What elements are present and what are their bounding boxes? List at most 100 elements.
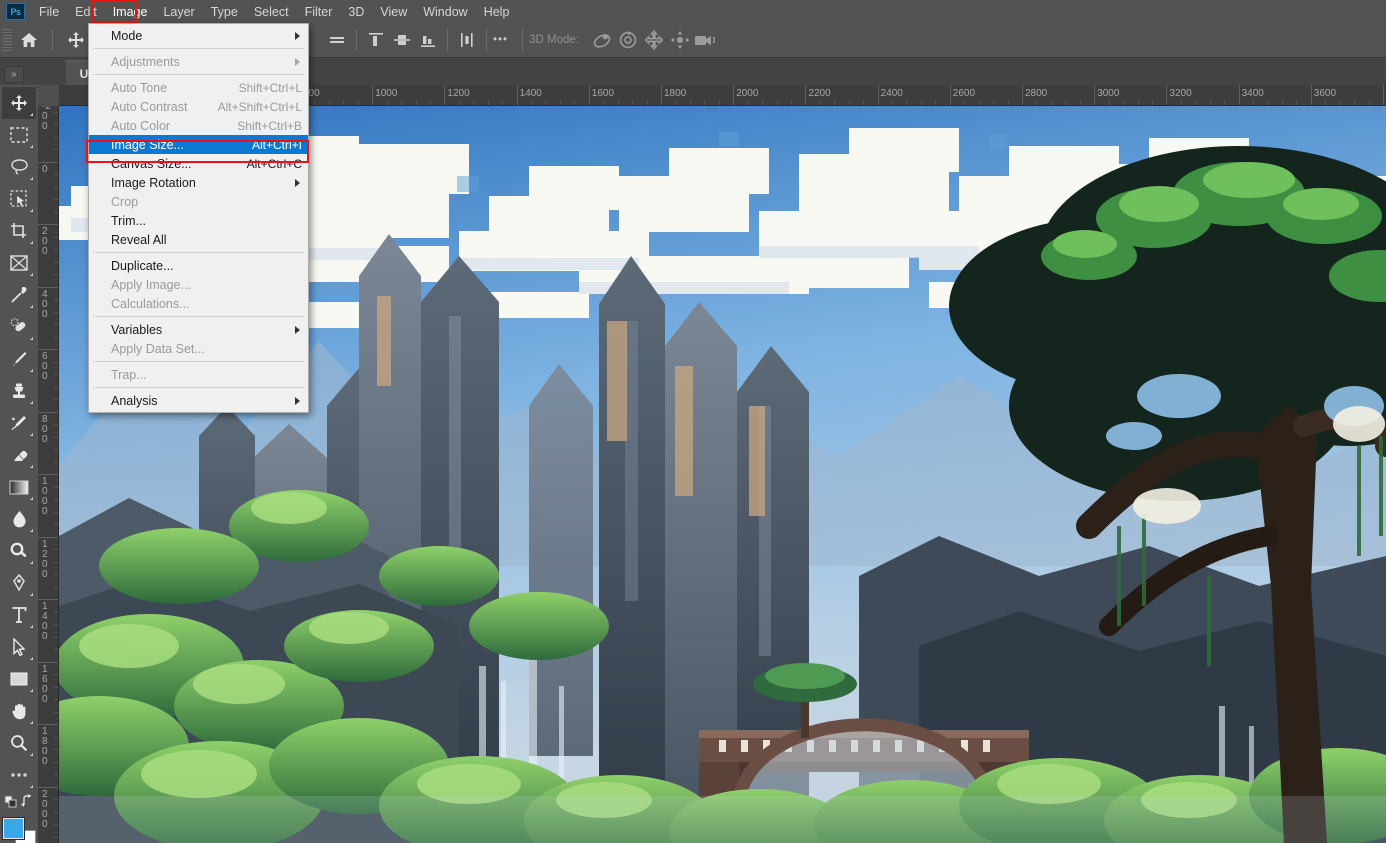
distribute-vertical-centers-icon[interactable]: [389, 27, 415, 53]
path-selection-tool[interactable]: [2, 631, 36, 663]
submenu-arrow-icon: [295, 57, 300, 66]
menu-item-label: Apply Image...: [111, 277, 191, 292]
color-swatches[interactable]: [2, 817, 36, 843]
home-icon[interactable]: [12, 25, 46, 55]
menu-item-duplicate[interactable]: Duplicate...: [89, 256, 308, 275]
eraser-tool[interactable]: [2, 439, 36, 471]
move-tool[interactable]: [2, 87, 36, 119]
menu-image[interactable]: Image: [105, 2, 156, 22]
ruler-label: 800: [42, 413, 48, 445]
ruler-minor-tick: [675, 101, 677, 105]
clone-stamp-tool[interactable]: [2, 375, 36, 407]
default-colors-and-swap-icons[interactable]: [2, 791, 36, 813]
menu-help[interactable]: Help: [476, 2, 518, 22]
ruler-corner[interactable]: [38, 85, 59, 106]
ruler-minor-tick: [603, 101, 605, 105]
ruler-minor-tick: [54, 336, 58, 338]
crop-tool[interactable]: [2, 215, 36, 247]
rectangular-marquee-tool[interactable]: [2, 119, 36, 151]
lasso-tool[interactable]: [2, 151, 36, 183]
menu-bar[interactable]: Ps File Edit Image Layer Type Select Filter 3D V…: [0, 0, 1386, 23]
menu-file[interactable]: File: [31, 2, 67, 22]
ruler-minor-tick: [1253, 101, 1255, 105]
blur-tool[interactable]: [2, 503, 36, 535]
hand-tool[interactable]: [2, 695, 36, 727]
3d-pan-icon[interactable]: [641, 27, 667, 53]
menu-item-mode[interactable]: Mode: [89, 26, 308, 45]
options-bar-grip[interactable]: [3, 29, 12, 51]
submenu-arrow-icon: [295, 31, 300, 40]
distribute-top-edges-icon[interactable]: [363, 27, 389, 53]
vertical-ruler[interactable]: -200 0 200 400 600 800 1000 1200 1400 1600 1800 200…: [38, 85, 59, 843]
divider: [486, 29, 487, 51]
3d-slide-icon[interactable]: [667, 27, 693, 53]
ruler-label: 3000: [1097, 88, 1120, 99]
pen-tool[interactable]: [2, 567, 36, 599]
menu-item-trim[interactable]: Trim...: [89, 211, 308, 230]
ruler-tick: [38, 536, 58, 538]
history-brush-tool[interactable]: [2, 407, 36, 439]
menu-item-image-rotation[interactable]: Image Rotation: [89, 173, 308, 192]
menu-item-label: Calculations...: [111, 296, 190, 311]
foreground-color-swatch[interactable]: [2, 817, 25, 840]
ruler-minor-tick: [834, 101, 836, 105]
ruler-minor-tick: [1151, 101, 1153, 105]
menu-window[interactable]: Window: [415, 2, 475, 22]
expand-panels-icon[interactable]: »: [4, 66, 24, 83]
3d-camera-icon[interactable]: [693, 27, 719, 53]
photoshop-logo-icon: Ps: [6, 3, 25, 20]
menu-layer[interactable]: Layer: [155, 2, 202, 22]
ruler-tick: [38, 411, 58, 413]
menu-item-auto-contrast: Auto Contrast Alt+Shift+Ctrl+L: [89, 97, 308, 116]
ruler-minor-tick: [704, 101, 706, 105]
menu-item-analysis[interactable]: Analysis: [89, 391, 308, 410]
menu-type[interactable]: Type: [203, 2, 246, 22]
dodge-tool[interactable]: [2, 535, 36, 567]
ruler-minor-tick: [632, 101, 634, 105]
distribute-horizontal-icon[interactable]: [454, 27, 480, 53]
3d-roll-icon[interactable]: [615, 27, 641, 53]
eyedropper-tool[interactable]: [2, 279, 36, 311]
spot-healing-brush-tool[interactable]: [2, 311, 36, 343]
photoshop-window: 800 1000 1200 1400 1600 1800 2000 2200 2400 2600 2…: [0, 0, 1386, 843]
ruler-label: 2000: [42, 788, 48, 830]
gradient-tool[interactable]: [2, 471, 36, 503]
ruler-label: 2400: [880, 88, 903, 99]
ruler-minor-tick: [502, 101, 504, 105]
ruler-minor-tick: [54, 399, 58, 400]
menu-filter[interactable]: Filter: [297, 2, 341, 22]
image-menu-dropdown[interactable]: Mode Adjustments Auto Tone Shift+Ctrl+L Auto…: [88, 23, 309, 413]
ruler-minor-tick: [1325, 101, 1327, 105]
ruler-minor-tick: [1065, 101, 1067, 105]
menu-item-image-size[interactable]: Image Size... Alt+Ctrl+I: [89, 135, 308, 154]
tools-panel[interactable]: [0, 85, 38, 843]
object-selection-tool[interactable]: [2, 183, 36, 215]
menu-item-label: Mode: [111, 28, 143, 43]
menu-item-reveal-all[interactable]: Reveal All: [89, 230, 308, 249]
ruler-minor-tick: [54, 649, 58, 650]
zoom-tool[interactable]: [2, 727, 36, 759]
ruler-minor-tick: [819, 101, 821, 105]
ruler-minor-tick: [1209, 101, 1211, 105]
menu-item-variables[interactable]: Variables: [89, 320, 308, 339]
rectangle-tool[interactable]: [2, 663, 36, 695]
menu-edit[interactable]: Edit: [67, 2, 105, 22]
ruler-minor-tick: [1339, 101, 1341, 105]
menu-item-label: Reveal All: [111, 232, 167, 247]
menu-3d[interactable]: 3D: [340, 2, 372, 22]
menu-view[interactable]: View: [372, 2, 415, 22]
align-top-edges-icon[interactable]: [324, 27, 350, 53]
3d-rotate-icon[interactable]: [589, 27, 615, 53]
ruler-minor-tick: [54, 549, 58, 550]
menu-item-canvas-size[interactable]: Canvas Size... Alt+Ctrl+C: [89, 154, 308, 173]
ruler-minor-tick: [54, 811, 58, 813]
distribute-bottom-edges-icon[interactable]: [415, 27, 441, 53]
brush-tool[interactable]: [2, 343, 36, 375]
type-tool[interactable]: [2, 599, 36, 631]
menu-select[interactable]: Select: [246, 2, 297, 22]
edit-toolbar-tool[interactable]: [2, 759, 36, 791]
frame-tool[interactable]: [2, 247, 36, 279]
ruler-label: 3200: [1169, 88, 1192, 99]
ruler-minor-tick: [54, 374, 58, 375]
more-options-icon[interactable]: •••: [493, 34, 508, 46]
